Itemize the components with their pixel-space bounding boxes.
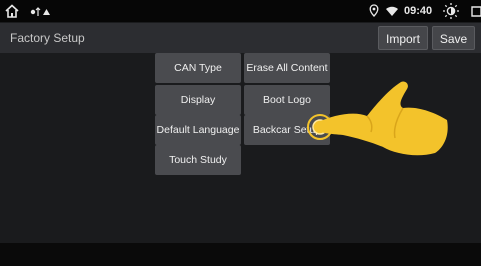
status-notification-icons [30,7,50,16]
wifi-icon [386,6,398,16]
can-type-button[interactable]: CAN Type [155,53,241,83]
status-bar: 09:40 [0,0,481,22]
home-icon[interactable] [4,3,20,19]
brightness-icon[interactable] [442,2,460,20]
pointing-hand-icon [307,81,448,156]
navigation-bar [0,243,481,266]
touch-study-button[interactable]: Touch Study [155,145,241,175]
import-button[interactable]: Import [378,26,428,50]
location-icon [369,4,379,17]
default-language-button[interactable]: Default Language [155,115,241,145]
screen: 09:40 Factory Setup Import Save CAN Type… [0,0,481,266]
page-title: Factory Setup [10,31,85,45]
display-button[interactable]: Display [155,85,241,115]
clock: 09:40 [404,5,433,17]
save-button[interactable]: Save [432,26,475,50]
recent-apps-icon[interactable] [471,3,481,19]
header-bar: Factory Setup Import Save [0,23,481,53]
